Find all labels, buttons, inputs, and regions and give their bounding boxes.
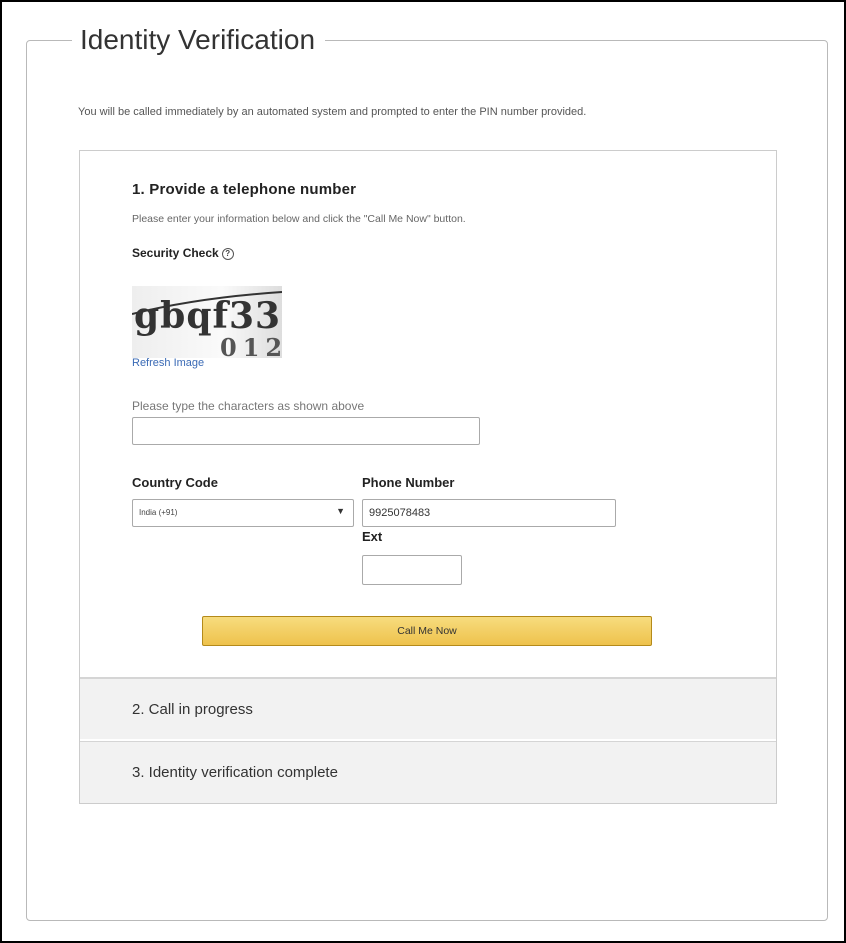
- step-verification-complete: 3. Identity verification complete: [80, 741, 776, 803]
- page-title: Identity Verification: [72, 22, 326, 58]
- help-icon[interactable]: ?: [221, 248, 234, 260]
- step3-label: 3. Identity verification complete: [132, 764, 338, 781]
- country-code-value: India (+91): [139, 508, 178, 517]
- phone-number-input[interactable]: [362, 499, 616, 527]
- country-code-label: Country Code: [132, 475, 218, 490]
- captcha-input[interactable]: [132, 417, 480, 445]
- intro-text: You will be called immediately by an aut…: [78, 106, 587, 118]
- step-provide-phone: 1. Provide a telephone number Please ent…: [80, 151, 776, 677]
- captcha-prompt-label: Please type the characters as shown abov…: [132, 399, 365, 413]
- call-me-now-button[interactable]: Call Me Now: [202, 616, 652, 646]
- step-call-in-progress: 2. Call in progress: [80, 677, 776, 739]
- step2-label: 2. Call in progress: [132, 701, 253, 718]
- phone-number-label: Phone Number: [362, 475, 455, 490]
- country-code-select[interactable]: India (+91) ▼: [132, 499, 354, 527]
- ext-input[interactable]: [362, 555, 462, 585]
- ext-label: Ext: [362, 529, 383, 544]
- step1-title: 1. Provide a telephone number: [132, 181, 357, 198]
- refresh-image-link[interactable]: Refresh Image: [132, 357, 204, 369]
- security-check-label: Security Check?: [132, 246, 234, 260]
- verification-steps-panel: 1. Provide a telephone number Please ent…: [79, 150, 777, 804]
- captcha-text-line2: 0122: [220, 333, 282, 358]
- security-check-text: Security Check: [132, 246, 219, 260]
- captcha-text-line1: gbqf33: [134, 295, 281, 337]
- captcha-image: gbqf33 0122: [132, 286, 282, 358]
- step1-subtitle: Please enter your information below and …: [132, 213, 466, 225]
- chevron-down-icon: ▼: [336, 506, 345, 516]
